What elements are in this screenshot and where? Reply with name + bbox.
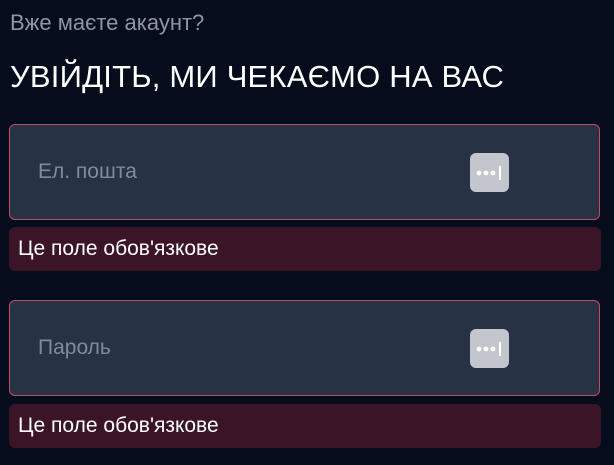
email-field-container[interactable] bbox=[9, 124, 600, 220]
email-error-message: Це поле обов'язкове bbox=[9, 227, 601, 271]
password-error-message: Це поле обов'язкове bbox=[9, 404, 601, 448]
page-title: УВІЙДІТЬ, МИ ЧЕКАЄМО НА ВАС bbox=[10, 59, 505, 94]
email-input[interactable] bbox=[10, 125, 599, 219]
dots-cursor-glyph bbox=[476, 341, 501, 356]
password-input[interactable] bbox=[10, 301, 599, 395]
password-manager-icon[interactable] bbox=[470, 329, 509, 368]
already-have-account-text: Вже маєте акаунт? bbox=[10, 10, 205, 35]
password-field-container[interactable] bbox=[9, 300, 600, 396]
password-manager-icon[interactable] bbox=[470, 153, 509, 192]
dots-cursor-glyph bbox=[476, 165, 501, 180]
